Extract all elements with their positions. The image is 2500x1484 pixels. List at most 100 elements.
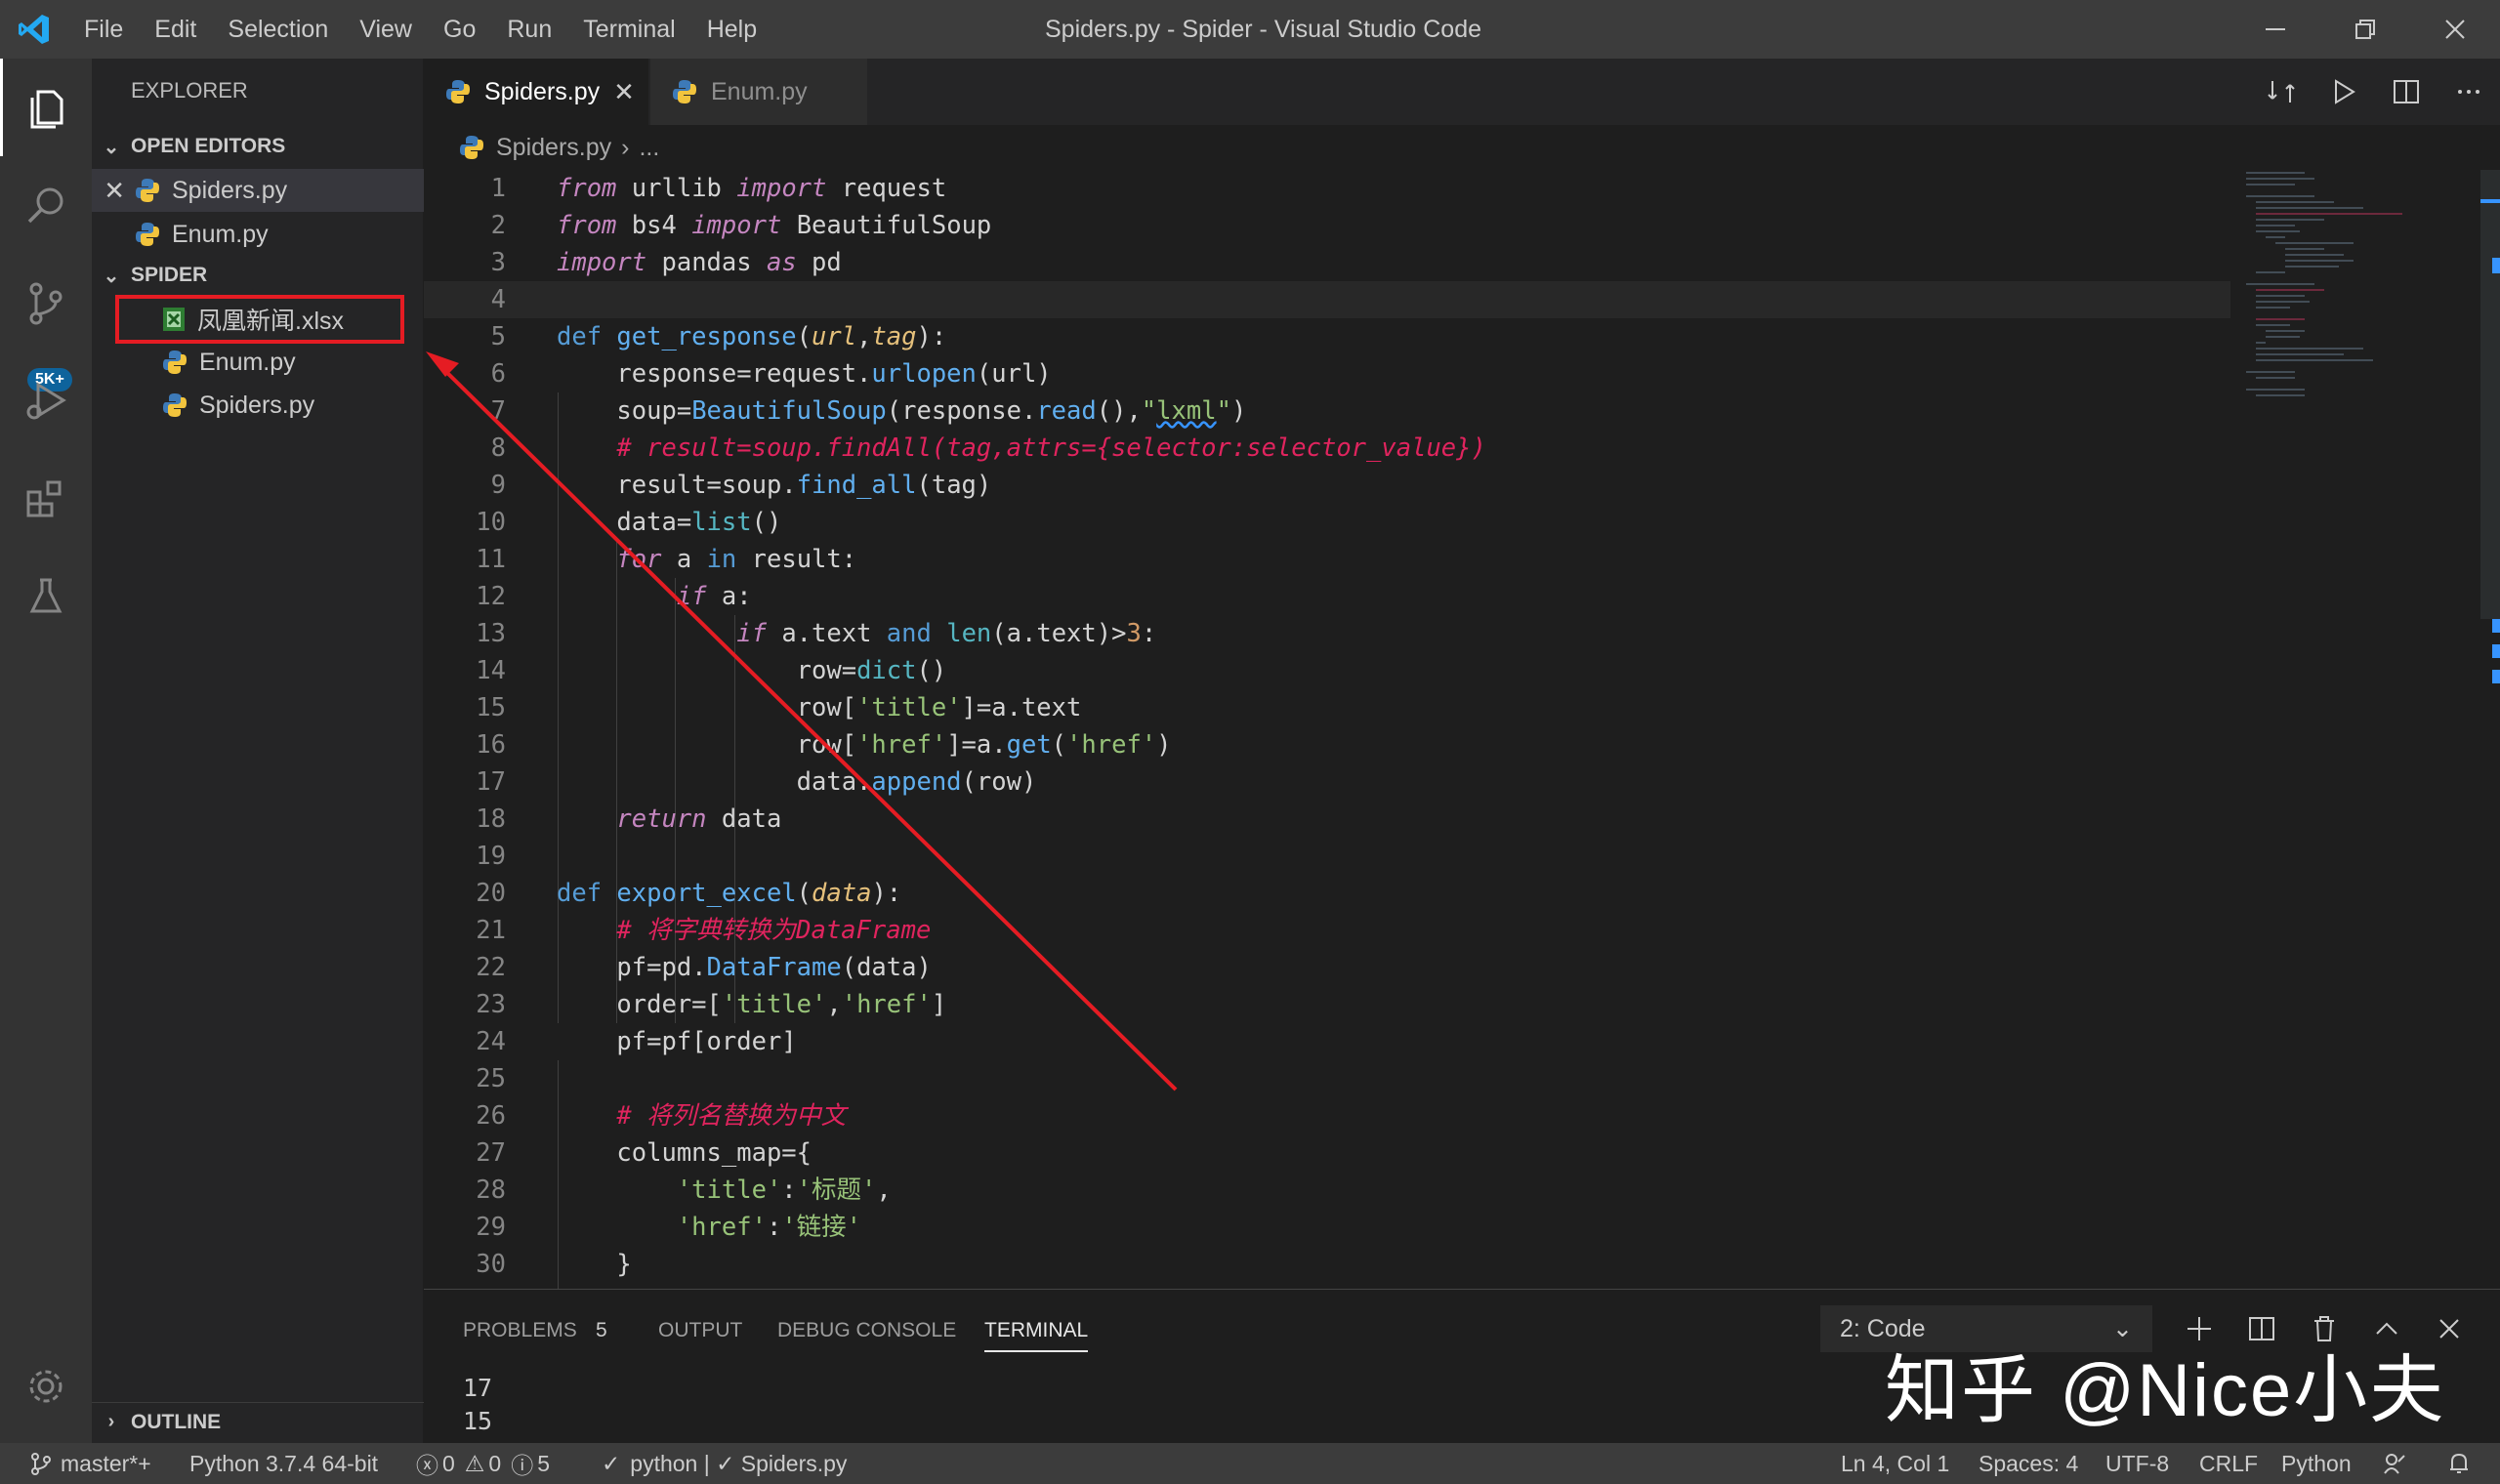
vscode-logo-icon [0, 0, 68, 59]
python-file-icon [135, 222, 160, 247]
line-number: 12 [476, 582, 506, 611]
testing-activity-button[interactable] [0, 547, 92, 644]
error-count: 0 [442, 1450, 455, 1476]
chevron-down-icon: ⌄ [103, 136, 120, 158]
close-window-button[interactable] [2410, 0, 2500, 59]
tab-debug-console[interactable]: DEBUG CONSOLE [777, 1319, 956, 1342]
more-actions-button[interactable] [2438, 59, 2500, 125]
explorer-activity-button[interactable] [0, 59, 92, 156]
code-line: 6 response=request.urlopen(url) [424, 355, 2230, 392]
extensions-activity-button[interactable] [0, 449, 92, 547]
menu-file[interactable]: File [68, 0, 139, 59]
scrollbar-marker [2492, 670, 2500, 683]
search-activity-button[interactable] [0, 156, 92, 254]
search-icon [27, 187, 63, 224]
terminal-line: 15 [463, 1407, 493, 1435]
split-editor-button[interactable] [2375, 59, 2438, 125]
line-number: 13 [476, 619, 506, 648]
python-file-icon [445, 79, 471, 104]
terminal-line: 17 [463, 1374, 493, 1402]
file-tree-item[interactable]: Enum.py [92, 341, 424, 384]
task-status[interactable]: ✓ python | ✓ Spiders.py [602, 1443, 847, 1484]
status-bar: master*+ Python 3.7.4 64-bit ⓧ 0 ⚠ 0 ⓘ 5… [0, 1443, 2500, 1484]
menu-edit[interactable]: Edit [139, 0, 212, 59]
code-line: 5 def get_response(url,tag): [424, 318, 2230, 355]
tab-output[interactable]: OUTPUT [658, 1319, 742, 1342]
menu-go[interactable]: Go [428, 0, 491, 59]
code-line: 27 columns_map={ [424, 1134, 2230, 1172]
line-number: 27 [476, 1138, 506, 1168]
watermark: 知乎 @Nice小夫 [1885, 1349, 2446, 1432]
menu-selection[interactable]: Selection [212, 0, 344, 59]
file-spiders: Spiders.py [199, 391, 315, 419]
tab-problems[interactable]: PROBLEMS [463, 1319, 577, 1342]
open-editors-section[interactable]: ⌄ OPEN EDITORS [92, 127, 424, 166]
run-debug-activity-button[interactable] [0, 351, 92, 449]
branch-status[interactable]: master*+ [29, 1443, 151, 1484]
outline-section[interactable]: › OUTLINE [92, 1402, 424, 1441]
window-title: Spiders.py - Spider - Visual Studio Code [1045, 16, 1481, 43]
breadcrumb-file[interactable]: Spiders.py [496, 134, 611, 162]
close-icon[interactable]: ✕ [92, 176, 135, 206]
interpreter-status[interactable]: Python 3.7.4 64-bit [189, 1443, 378, 1484]
scrollbar-thumb[interactable] [2480, 170, 2500, 619]
open-editor-item[interactable]: Enum.py [92, 213, 424, 256]
editor-actions [2250, 59, 2500, 125]
bell-icon[interactable] [2447, 1443, 2471, 1484]
code-editor[interactable]: 1 from urllib import request 2 from bs4 im… [424, 170, 2230, 1289]
tab-spiders[interactable]: Spiders.py ✕ [424, 59, 648, 125]
source-control-icon [29, 282, 62, 325]
line-number: 9 [490, 471, 506, 500]
restore-button[interactable] [2320, 0, 2410, 59]
error-icon: ⓧ [416, 1453, 438, 1478]
code-line: 18 return data [424, 801, 2230, 838]
line-number: 18 [476, 804, 506, 834]
source-control-activity-button[interactable] [0, 254, 92, 351]
problems-status[interactable]: ⓧ 0 ⚠ 0 ⓘ 5 [416, 1443, 550, 1484]
file-tree-item[interactable]: Spiders.py [92, 384, 424, 427]
eol-status[interactable]: CRLF [2199, 1443, 2258, 1484]
line-number: 29 [476, 1213, 506, 1242]
cursor-position[interactable]: Ln 4, Col 1 [1841, 1443, 1949, 1484]
tab-enum[interactable]: Enum.py [650, 59, 867, 125]
tab-terminal[interactable]: TERMINAL [984, 1319, 1089, 1352]
python-file-icon [162, 350, 188, 375]
menu-view[interactable]: View [344, 0, 428, 59]
language-mode[interactable]: Python [2281, 1443, 2352, 1484]
manage-activity-button[interactable] [0, 1338, 92, 1435]
close-tab-icon[interactable]: ✕ [613, 77, 635, 107]
compare-changes-button[interactable] [2250, 59, 2312, 125]
menu-terminal[interactable]: Terminal [567, 0, 690, 59]
folder-label: SPIDER [131, 264, 208, 286]
open-editor-item[interactable]: ✕ Spiders.py [92, 169, 424, 212]
indentation-status[interactable]: Spaces: 4 [1979, 1443, 2078, 1484]
python-file-icon [135, 178, 160, 203]
info-icon: ⓘ [511, 1453, 534, 1478]
code-line-current: 4 [424, 281, 2230, 318]
minimap[interactable] [2236, 170, 2480, 1289]
task-label: python | ✓ Spiders.py [630, 1450, 848, 1476]
files-icon [30, 90, 62, 129]
line-number: 11 [476, 545, 506, 574]
menu-help[interactable]: Help [691, 0, 772, 59]
code-line: 16 row['href']=a.get('href') [424, 726, 2230, 763]
encoding-status[interactable]: UTF-8 [2105, 1443, 2169, 1484]
code-line: 11 for a in result: [424, 541, 2230, 578]
editor-scrollbar[interactable] [2480, 170, 2500, 1289]
minimize-button[interactable] [2230, 0, 2320, 59]
run-file-button[interactable] [2312, 59, 2375, 125]
code-line: 1 from urllib import request [424, 170, 2230, 207]
line-number: 5 [490, 322, 506, 351]
code-line: 26 # 将列名替换为中文 [424, 1097, 2230, 1134]
code-line: 30 } [424, 1246, 2230, 1283]
menu-run[interactable]: Run [491, 0, 567, 59]
code-line: 12 if a: [424, 578, 2230, 615]
branch-name: master*+ [61, 1450, 151, 1476]
gear-icon [29, 1370, 62, 1403]
breadcrumb-more[interactable]: ... [639, 134, 659, 162]
spider-folder-section[interactable]: ⌄ SPIDER [92, 256, 424, 295]
code-line: 24 pf=pf[order] [424, 1023, 2230, 1060]
feedback-icon[interactable] [2383, 1443, 2406, 1484]
line-number: 21 [476, 916, 506, 945]
line-number: 7 [490, 396, 506, 426]
